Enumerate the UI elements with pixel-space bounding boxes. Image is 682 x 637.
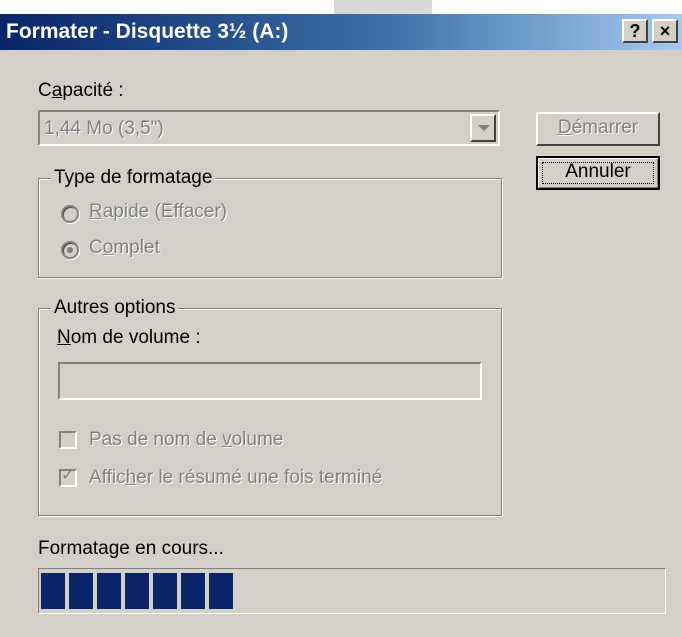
- format-type-legend: Type de formatage: [51, 167, 216, 189]
- start-button[interactable]: Démarrer: [536, 112, 660, 146]
- close-button[interactable]: ×: [652, 19, 678, 43]
- chevron-down-icon: [478, 125, 490, 131]
- help-button[interactable]: ?: [622, 19, 648, 43]
- focus-rectangle: [542, 162, 654, 184]
- radio-selected-dot: [67, 247, 73, 253]
- other-options-group: Autres options Nom de volume : Pas de no…: [38, 297, 502, 516]
- close-icon: ×: [659, 21, 671, 41]
- status-text: Formatage en cours...: [38, 538, 224, 559]
- check-icon: ✓: [61, 467, 75, 484]
- radio-quick-label[interactable]: Rapide (Effacer): [89, 201, 227, 223]
- capacity-value: 1,44 Mo (3,5"): [44, 118, 164, 139]
- background-selection: [334, 0, 432, 14]
- radio-full-label[interactable]: Complet: [89, 237, 160, 259]
- checkbox-no-volume-name[interactable]: [59, 431, 77, 449]
- radio-full[interactable]: [61, 241, 79, 259]
- checkbox-show-summary[interactable]: ✓: [59, 467, 77, 487]
- other-options-legend: Autres options: [51, 297, 179, 319]
- background-page-strip: [0, 0, 682, 14]
- help-icon: ?: [629, 21, 641, 41]
- checkbox-no-volume-name-label[interactable]: Pas de nom de volume: [89, 429, 283, 451]
- capacity-label: Capacité :: [38, 80, 124, 101]
- checkbox-show-summary-label[interactable]: Afficher le résumé une fois terminé: [89, 467, 382, 489]
- radio-quick[interactable]: [61, 205, 79, 223]
- volume-name-input[interactable]: [58, 362, 482, 400]
- title-bar[interactable]: Formater - Disquette 3½ (A:) ? ×: [0, 14, 682, 50]
- window-title: Formater - Disquette 3½ (A:): [6, 20, 289, 43]
- capacity-dropdown-button[interactable]: [470, 114, 496, 142]
- capacity-select[interactable]: 1,44 Mo (3,5"): [38, 110, 500, 146]
- cancel-button[interactable]: Annuler: [536, 156, 660, 190]
- format-progress-bar: [38, 568, 666, 614]
- volume-name-label: Nom de volume :: [57, 327, 201, 348]
- format-type-group: Type de formatage Rapide (Effacer) Compl…: [38, 167, 502, 278]
- progress-fill: [41, 573, 233, 609]
- format-dialog: Formater - Disquette 3½ (A:) ? × Capacit…: [0, 14, 682, 637]
